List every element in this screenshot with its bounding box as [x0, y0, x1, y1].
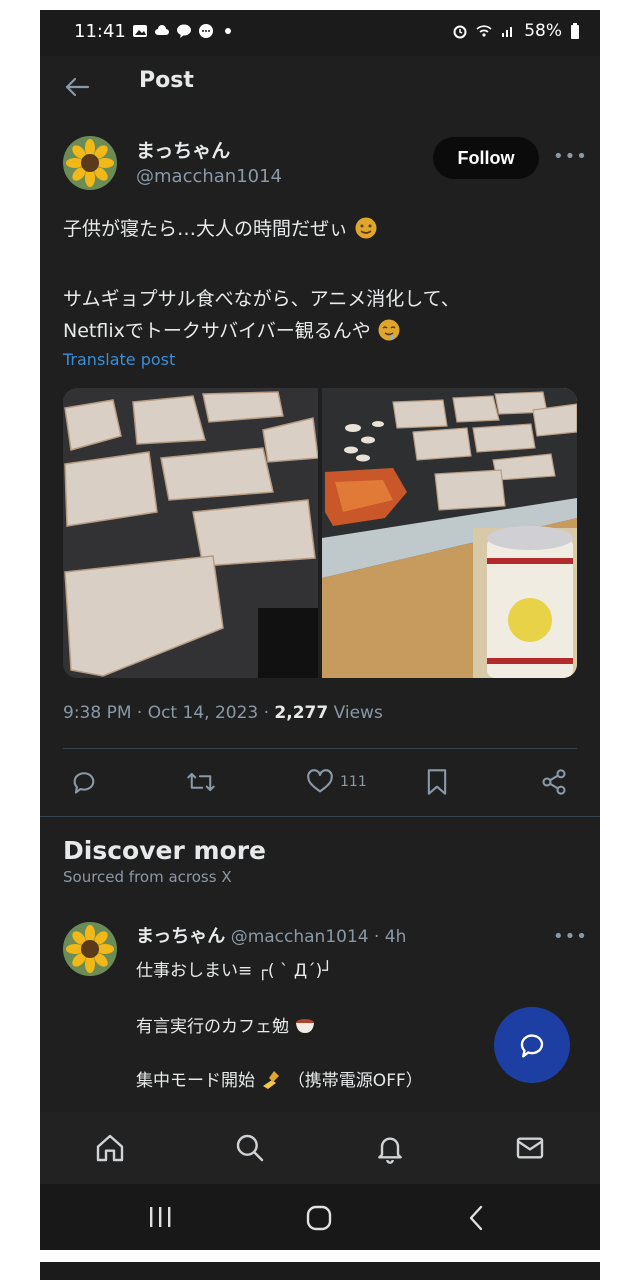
like-count: 111 — [340, 774, 367, 790]
recent-apps-icon[interactable] — [146, 1204, 174, 1230]
writing-hand-emoji-icon — [263, 1071, 280, 1089]
avatar[interactable] — [63, 136, 117, 190]
compose-reply-button[interactable] — [494, 1007, 570, 1083]
phone-screen: 11:41 58% Post まっちゃん @macchan1014 Follow… — [40, 10, 600, 1250]
post-text-line1: 子供が寝たら…大人の時間だぜぃ — [63, 214, 378, 241]
cloud-icon — [155, 25, 169, 35]
alarm-icon — [453, 25, 467, 39]
tweet2-meta[interactable]: @macchan1014 · 4h — [231, 927, 407, 947]
bell-icon[interactable] — [374, 1132, 406, 1164]
bookmark-icon — [427, 769, 447, 795]
follow-button[interactable]: Follow — [433, 137, 539, 179]
coffee-cup-emoji-icon — [296, 1019, 315, 1033]
share-icon — [542, 769, 566, 795]
translate-post-link[interactable]: Translate post — [63, 350, 175, 369]
more-options-icon[interactable]: ••• — [553, 146, 588, 167]
tweet2-header: まっちゃん @macchan1014 · 4h — [136, 922, 406, 948]
post-photos — [63, 388, 577, 678]
avatar[interactable] — [63, 922, 117, 976]
views-count: 2,277 — [274, 703, 329, 723]
reply-button[interactable] — [70, 768, 98, 796]
discover-subtitle: Sourced from across X — [63, 868, 232, 886]
views-label: Views — [328, 703, 383, 723]
post-media[interactable] — [63, 388, 577, 678]
wifi-icon — [476, 25, 492, 37]
post-header: Post — [40, 56, 600, 118]
home-icon[interactable] — [94, 1132, 126, 1164]
share-button[interactable] — [540, 768, 568, 796]
like-button[interactable]: 111 — [306, 768, 367, 796]
back-arrow-icon[interactable] — [64, 76, 90, 98]
post-timestamp[interactable]: 9:38 PM · Oct 14, 2023 · — [63, 703, 274, 723]
battery-percent: 58% — [524, 21, 562, 41]
system-back-icon[interactable] — [464, 1204, 488, 1232]
mail-icon[interactable] — [514, 1132, 546, 1164]
reply-icon — [73, 772, 95, 794]
kimchi-and-can-photo[interactable] — [322, 388, 577, 678]
author-handle[interactable]: @macchan1014 — [136, 166, 282, 187]
page-title: Post — [139, 68, 194, 93]
discover-title: Discover more — [63, 836, 266, 865]
battery-icon — [571, 23, 579, 39]
status-time: 11:41 — [74, 21, 126, 42]
more-options-icon[interactable]: ••• — [553, 926, 588, 947]
talk-icon — [177, 24, 191, 38]
tweet2-line1: 仕事おしまい≡ ┌( ˋ Д´)┘ — [136, 961, 333, 981]
author-name[interactable]: まっちゃん — [136, 136, 230, 163]
notification-icons — [132, 23, 236, 39]
bookmark-button[interactable] — [424, 768, 450, 796]
message-icon — [199, 24, 213, 38]
grilled-pork-photo[interactable] — [63, 388, 319, 678]
tweet2-line3: 集中モード開始 （携帯電源OFF） — [136, 1066, 423, 1091]
search-icon[interactable] — [234, 1132, 266, 1164]
drooling-face-emoji-icon — [355, 217, 377, 239]
post-text-line3: Netflixでトークサバイバー観るんや — [63, 316, 401, 343]
compose-icon — [520, 1034, 544, 1058]
system-navigation — [40, 1184, 600, 1250]
sunflower-avatar-image — [63, 136, 117, 190]
status-right: 58% — [452, 21, 580, 41]
drooling-face-emoji-icon — [378, 319, 400, 341]
signal-icon — [502, 27, 513, 37]
post-meta: 9:38 PM · Oct 14, 2023 · 2,277 Views — [63, 703, 383, 723]
repost-button[interactable] — [186, 768, 216, 796]
post-text-line2: サムギョプサル食べながら、アニメ消化して、 — [63, 288, 460, 310]
tweet2-author-name[interactable]: まっちゃん — [136, 926, 225, 947]
next-screenshot-strip — [40, 1262, 600, 1280]
sunflower-avatar-image — [63, 922, 117, 976]
dot-icon — [225, 28, 231, 34]
status-bar: 11:41 58% — [40, 10, 600, 56]
divider — [63, 748, 577, 749]
divider — [40, 816, 600, 817]
tweet2-line2: 有言実行のカフェ勉 — [136, 1012, 316, 1037]
home-button-icon[interactable] — [305, 1204, 333, 1232]
gallery-icon — [133, 25, 147, 37]
bottom-navigation — [40, 1112, 600, 1184]
retweet-icon — [187, 772, 215, 792]
heart-icon — [307, 769, 333, 793]
